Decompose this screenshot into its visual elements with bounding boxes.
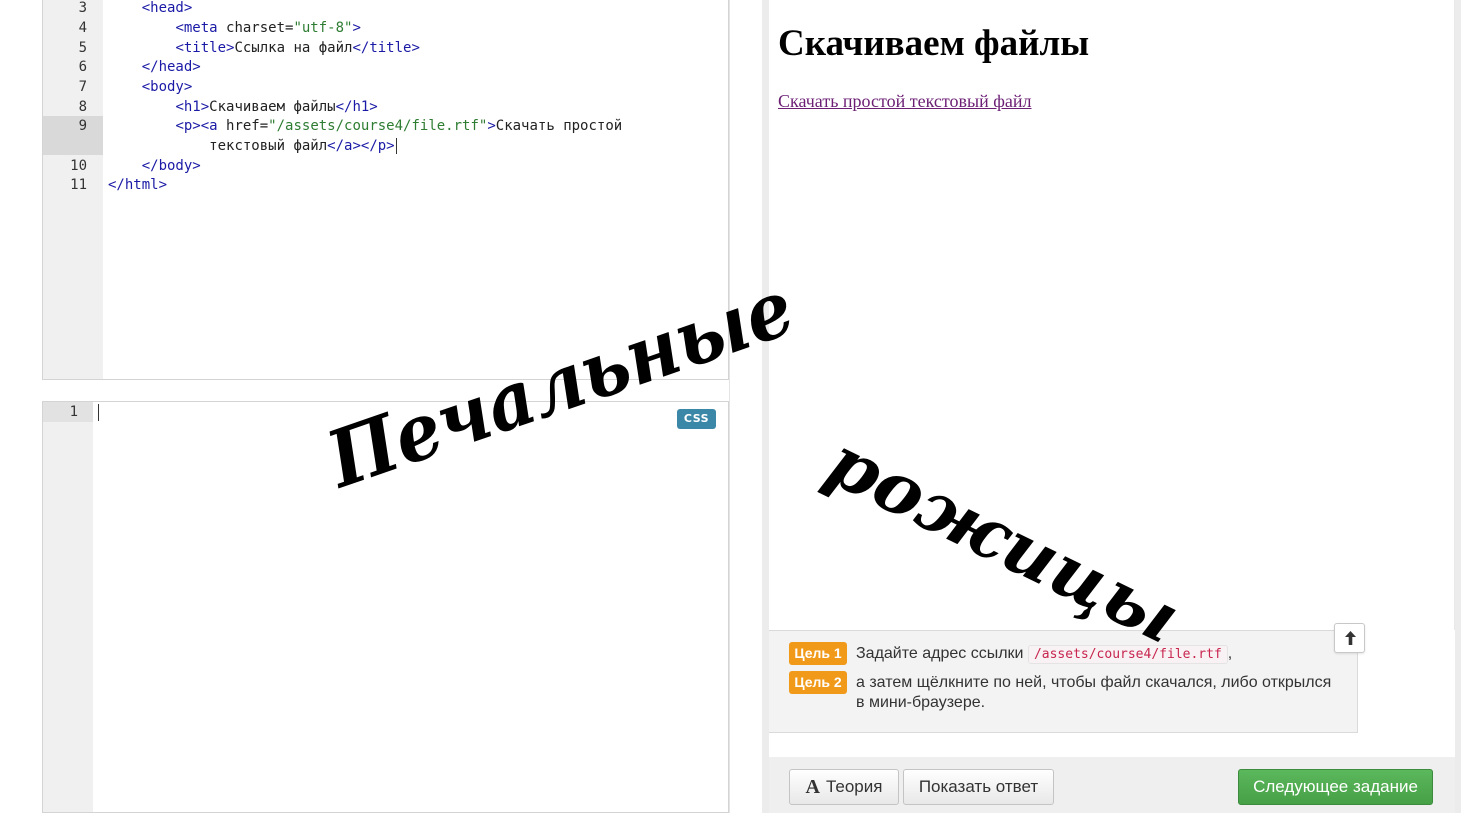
code-line[interactable]: 7 <body> [43,77,728,97]
code-token: <h1> [175,99,210,115]
code-token: charset= [217,20,294,36]
download-link[interactable]: Скачать простой текстовый файл [778,91,1032,112]
line-number: 5 [78,40,87,56]
code-token: </a></p> [327,138,395,154]
preview-pane: Скачиваем файлы Скачать простой текстовы… [769,0,1455,630]
code-line[interactable]: 10 </body> [43,156,728,176]
code-token: Скачиваем файлы [209,99,336,115]
line-number-gutter: 1 [43,402,93,812]
code-token: > [352,20,361,36]
code-token: Ссылка на файл [234,40,353,56]
goal-badge: Цель 2 [789,671,847,694]
css-editor[interactable]: 1 [42,401,729,813]
preview-frame-edge [762,0,769,813]
code-token: текстовый файл [209,138,328,154]
line-number: 1 [69,404,78,420]
line-number: 4 [78,20,87,36]
theory-icon: A [805,775,820,798]
goal-code: /assets/course4/file.rtf [1027,645,1228,664]
html-editor[interactable]: 3 <head> 4 <meta charset="utf-8"> 5 <tit… [42,0,729,380]
show-answer-button[interactable]: Показать ответ [903,769,1054,805]
code-token: </h1> [335,99,378,115]
text-caret [98,404,99,421]
code-token: </title> [352,40,420,56]
goal-item: Цель 2 а затем щёлкните по ней, чтобы фа… [789,671,1339,713]
goal-text: а затем щёлкните по ней, чтобы файл скач… [856,674,1332,711]
collapse-goals-button[interactable] [1334,623,1365,653]
line-number: 11 [70,177,87,193]
goal-punct: , [1227,645,1233,662]
css-language-badge: CSS [677,409,716,429]
line-number: 8 [78,99,87,115]
line-number: 3 [78,0,87,16]
code-token: href= [217,118,269,134]
code-line[interactable]: 6 </head> [43,57,728,77]
code-line[interactable]: 4 <meta charset="utf-8"> [43,18,728,38]
scrollbar-track[interactable] [1455,0,1461,813]
code-token: Скачать простой [495,118,623,134]
code-line[interactable]: 3 <head> [43,0,728,18]
code-token: "/assets/course4/file.rtf" [268,118,488,134]
arrow-up-icon [1345,631,1356,645]
goal-item: Цель 1 Задайте адрес ссылки /assets/cour… [789,642,1232,665]
code-token: <body> [141,79,193,95]
code-token: "utf-8" [293,20,353,36]
code-line-wrapped[interactable]: текстовый файл</a></p> [43,136,728,156]
code-line[interactable]: 8 <h1>Скачиваем файлы</h1> [43,97,728,117]
code-token: <meta [175,20,218,36]
code-token: > [487,118,496,134]
bottom-toolbar: A Теория Показать ответ Следующее задани… [769,757,1455,813]
goals-panel: Цель 1 Задайте адрес ссылки /assets/cour… [769,630,1358,733]
code-line[interactable]: 5 <title>Ссылка на файл</title> [43,38,728,58]
code-line[interactable]: 11 </html> [43,175,728,195]
theory-button[interactable]: A Теория [789,769,899,805]
next-task-button[interactable]: Следующее задание [1238,769,1433,805]
code-token: <title> [175,40,235,56]
code-token: <p><a [175,118,218,134]
code-token: </body> [141,158,201,174]
code-line[interactable]: 9 <p><a href="/assets/course4/file.rtf">… [43,116,728,136]
goal-text: Задайте адрес ссылки [856,645,1024,662]
pane-splitter[interactable] [729,0,763,813]
code-token: <head> [141,0,193,16]
goal-badge: Цель 1 [789,642,847,665]
line-number: 7 [78,79,87,95]
text-caret [395,138,397,154]
line-number: 10 [70,158,87,174]
code-token: </html> [108,177,168,193]
code-token: </head> [141,59,201,75]
line-number: 6 [78,59,87,75]
preview-heading: Скачиваем файлы [778,23,1090,64]
theory-label: Теория [825,777,883,796]
line-number: 9 [78,118,87,134]
